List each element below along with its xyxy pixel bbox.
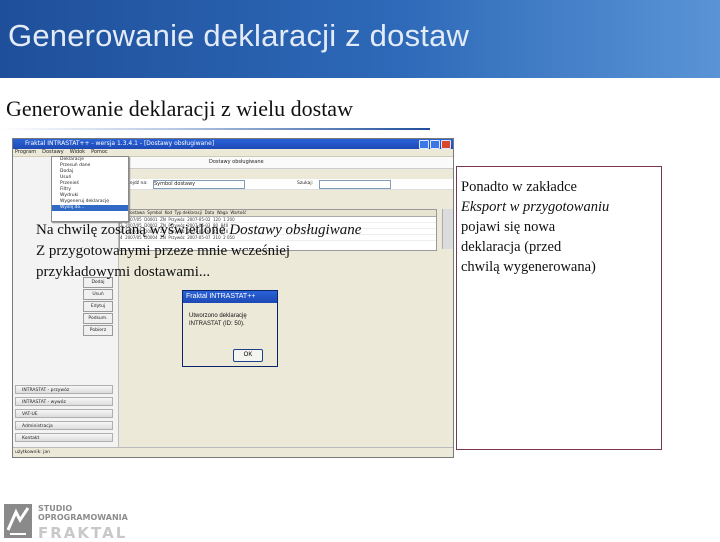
col-header[interactable]: Wartość [230, 210, 246, 215]
nav-intrastat-import[interactable]: INTRASTAT - przywóz [15, 385, 113, 394]
note-line5: chwilą wygenerowana) [461, 259, 596, 275]
maximize-icon[interactable] [430, 140, 440, 149]
fraktal-logo: STUDIO OPROGRAMOWANIA FRAKTAL [4, 500, 164, 542]
close-icon[interactable] [441, 140, 451, 149]
header-divider [0, 78, 720, 81]
menu-widok[interactable]: Widok [70, 149, 85, 156]
status-bar: użytkownik: jan [13, 447, 453, 457]
overlay-line3: przykładowymi dostawami... [36, 264, 211, 280]
overlay-line2: Z przygotowanymi przeze mnie wcześniej [36, 243, 291, 259]
edit-button[interactable]: Edytuj [83, 301, 113, 312]
note-box: Ponadto w zakładce Eksport w przygotowan… [456, 166, 662, 450]
logo-line2: OPROGRAMOWANIA [38, 513, 128, 522]
overlay-line1: Na chwilę zostaną wyświetlone [36, 222, 230, 238]
col-header[interactable]: Typ deklaracji [175, 210, 202, 215]
menu-program[interactable]: Program [15, 149, 36, 156]
col-header[interactable]: Data [205, 210, 215, 215]
summary-button[interactable]: Podsum. [83, 313, 113, 324]
ok-button[interactable]: OK [233, 349, 263, 362]
search-input[interactable] [319, 180, 391, 189]
menu-dostawy[interactable]: Dostawy [42, 149, 64, 156]
filter-select-value: Symbol dostawy [154, 181, 196, 187]
grid-header: Lp Dostawa Symbol Kod Typ deklaracji Dat… [120, 210, 436, 217]
col-header[interactable]: Waga [217, 210, 228, 215]
window-title: Fraktal INTRASTAT++ - wersja 1.3.4.1 - [… [25, 140, 215, 147]
delete-button[interactable]: Usuń [83, 289, 113, 300]
menu-pomoc[interactable]: Pomoc [91, 149, 108, 156]
dialog-title: Fraktal INTRASTAT++ [183, 291, 277, 303]
content-header: Dostawy obsługiwane [119, 157, 453, 169]
subtitle-underline [0, 128, 430, 130]
nav-admin[interactable]: Administracja [15, 421, 113, 430]
nav-intrastat-export[interactable]: INTRASTAT - wywóz [15, 397, 113, 406]
slide-title: Generowanie deklaracji z dostaw [8, 18, 470, 53]
menu-item-selected[interactable]: Wyślij do... [52, 205, 128, 211]
slide-subtitle: Generowanie deklaracji z wielu dostaw [6, 96, 353, 121]
minimize-icon[interactable] [419, 140, 429, 149]
fetch-button[interactable]: Pobierz [83, 325, 113, 336]
col-header[interactable]: Dostawa [127, 210, 144, 215]
overlay-caption: Na chwilę zostaną wyświetlone Dostawy ob… [36, 220, 446, 283]
window-titlebar: Fraktal INTRASTAT++ - wersja 1.3.4.1 - [… [13, 139, 453, 149]
fraktal-logo-icon [4, 504, 32, 538]
dialog-message: Utworzono deklarację INTRASTAT (ID: 50). [189, 313, 247, 327]
window-controls [419, 140, 451, 149]
filter-select[interactable]: Symbol dostawy [153, 180, 245, 189]
nav-contact[interactable]: Kontakt [15, 433, 113, 442]
note-line3: pojawi się nowa [461, 219, 556, 235]
filter-bar: Przejdź na: Symbol dostawy Szukaj: [119, 179, 453, 190]
note-line2: Eksport w przygotowaniu [461, 199, 610, 215]
tab-dostawy-obslugiwane[interactable]: Dostawy obsługiwane [209, 159, 264, 165]
col-header[interactable]: Kod [165, 210, 172, 215]
logo-wordmark: FRAKTAL [38, 524, 128, 542]
nav-vat-ue[interactable]: VAT-UE [15, 409, 113, 418]
overlay-line1-italic: Dostawy obsługiwane [229, 222, 362, 238]
note-line1: Ponadto w zakładce [461, 179, 577, 195]
dostawy-dropdown-menu: Deklaracje Przesuń dane Dodaj Usuń Przen… [51, 156, 129, 222]
col-header[interactable]: Symbol [147, 210, 162, 215]
logo-line1: STUDIO [38, 504, 73, 513]
slide-header: Generowanie deklaracji z dostaw [0, 0, 720, 78]
note-line4: deklaracja (przed [461, 239, 562, 255]
logo-text: STUDIO OPROGRAMOWANIA [38, 504, 128, 522]
info-dialog: Fraktal INTRASTAT++ Utworzono deklarację… [182, 290, 278, 367]
search-label: Szukaj: [297, 181, 314, 186]
